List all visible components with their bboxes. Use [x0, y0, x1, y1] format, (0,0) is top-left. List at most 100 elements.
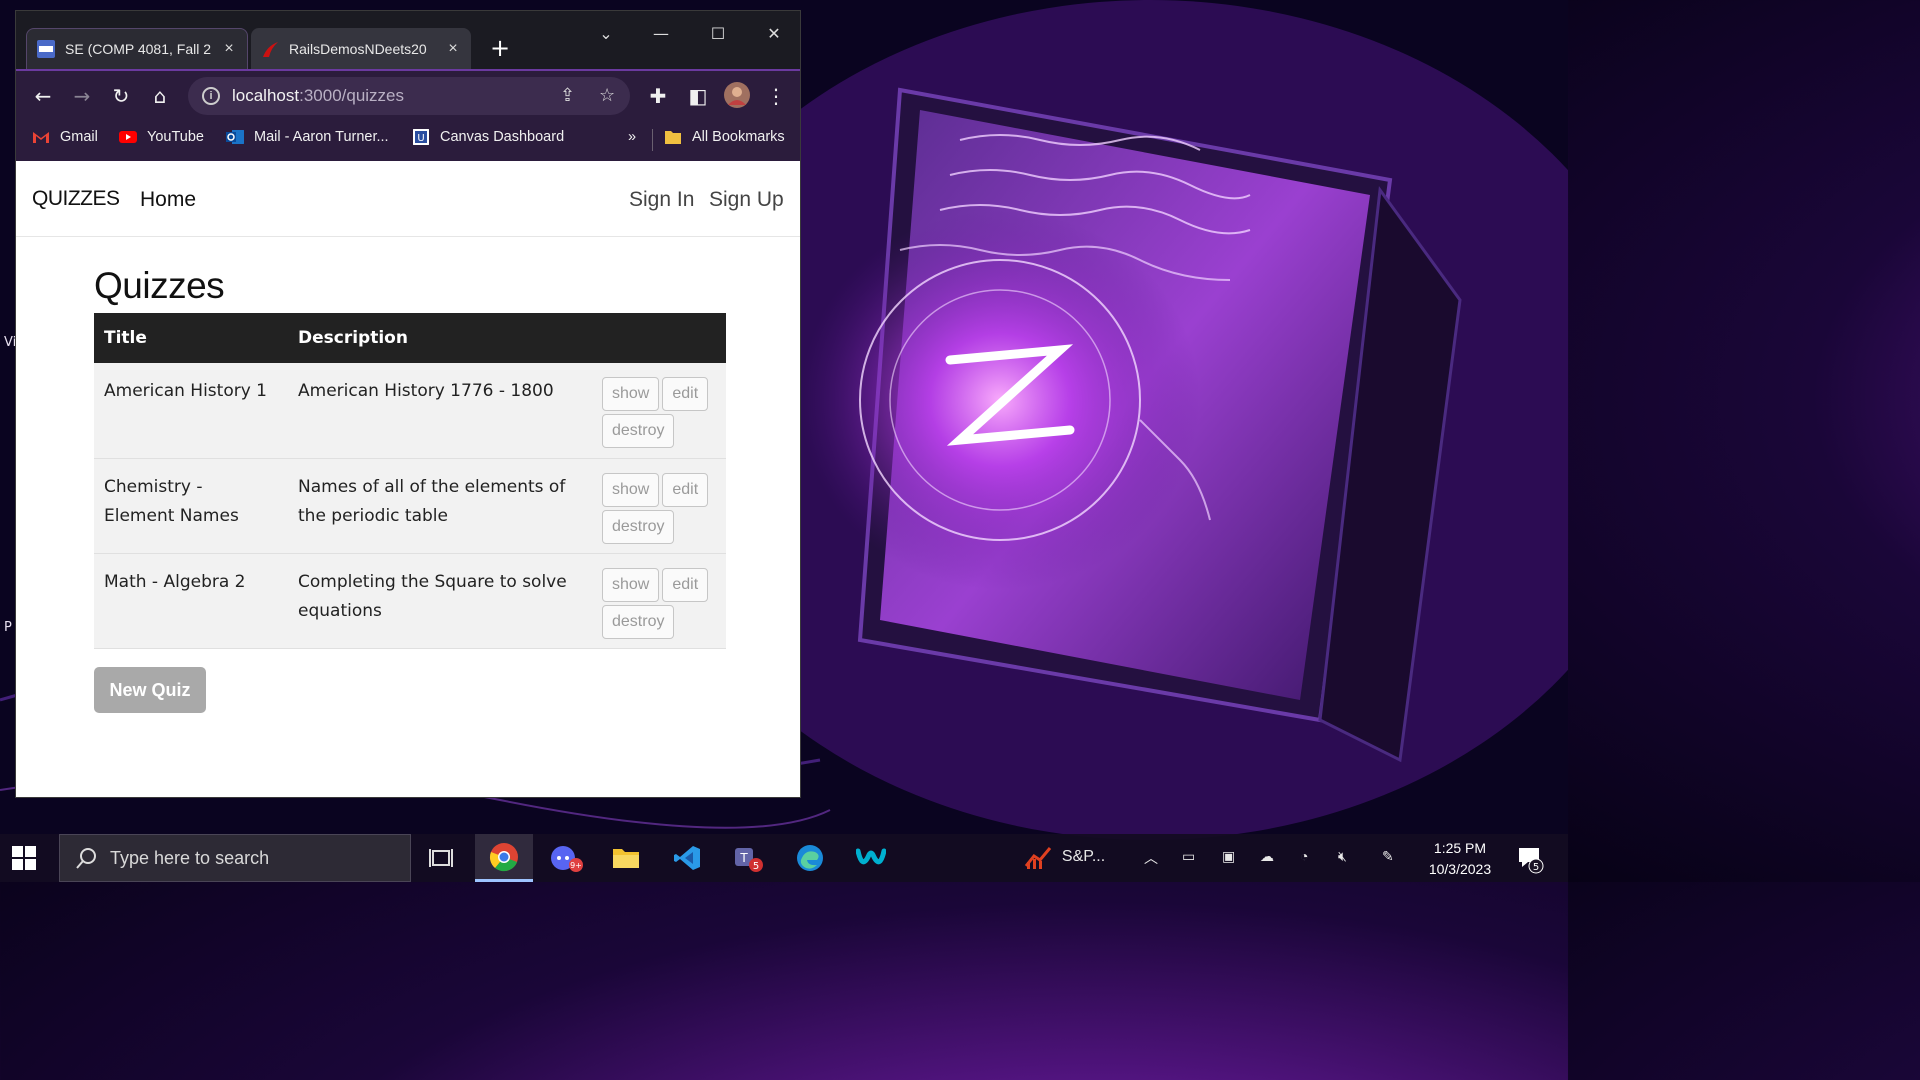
bookmark-label: YouTube: [147, 129, 204, 145]
back-arrow-icon[interactable]: ←: [28, 81, 58, 111]
kebab-menu-icon[interactable]: ⋮: [761, 81, 791, 111]
maximize-button[interactable]: ☐: [695, 17, 741, 51]
tab-railsdemos[interactable]: RailsDemosNDeets20 ×: [251, 28, 471, 69]
folder-icon: [613, 849, 639, 868]
notification-center-icon: 5: [1519, 848, 1544, 874]
vscode-taskbar-icon[interactable]: [658, 834, 716, 882]
edit-button[interactable]: edit: [662, 377, 709, 411]
gmail-icon: [33, 132, 49, 143]
close-window-button[interactable]: ✕: [751, 17, 797, 51]
share-icon[interactable]: ⇪: [560, 85, 575, 106]
quiz-description: American History 1776 - 1800: [288, 363, 598, 459]
avatar-icon: [724, 82, 750, 108]
forward-arrow-icon[interactable]: →: [67, 81, 97, 111]
chrome-taskbar-icon[interactable]: [475, 834, 533, 882]
show-button[interactable]: show: [602, 472, 660, 507]
profile-avatar[interactable]: [722, 82, 752, 112]
teams-badge: 5: [753, 861, 759, 872]
bookmark-star-icon[interactable]: ☆: [599, 85, 615, 106]
clock-time: 1:25 PM: [1433, 840, 1487, 856]
quiz-title: Math - Algebra 2: [94, 553, 288, 649]
network-icon[interactable]: ◔: [1300, 848, 1308, 864]
svg-text:U: U: [417, 133, 424, 144]
taskbar-clock[interactable]: 1:25 PM 10/3/2023: [1420, 838, 1500, 880]
nav-home-link[interactable]: Home: [140, 188, 196, 212]
home-icon[interactable]: ⌂: [145, 81, 175, 111]
edit-button[interactable]: edit: [662, 567, 709, 602]
task-view-glyph-icon: [429, 849, 453, 867]
edge-icon: [797, 845, 823, 871]
windows-start-icon[interactable]: [10, 844, 38, 872]
navbar-brand[interactable]: QUIZZES: [32, 187, 120, 211]
url-host: localhost: [232, 86, 300, 105]
chrome-icon: [489, 842, 518, 871]
destroy-button[interactable]: destroy: [602, 604, 675, 639]
bookmarks-divider: [652, 129, 653, 151]
taskbar-search-box[interactable]: Type here to search: [59, 834, 411, 882]
bookmark-gmail[interactable]: Gmail: [32, 129, 98, 145]
browser-toolbar: ← → ↻ ⌂ i localhost:3000/quizzes ⇪ ☆ ✚ ◧…: [16, 69, 800, 119]
pen-icon[interactable]: ✎: [1382, 848, 1394, 865]
edit-button[interactable]: edit: [662, 472, 709, 507]
show-hidden-icons-chevron-icon[interactable]: ︿: [1144, 848, 1158, 868]
side-panel-icon[interactable]: ◧: [683, 81, 713, 111]
tab-se-comp4081[interactable]: SE (COMP 4081, Fall 2 ×: [26, 28, 248, 69]
search-placeholder: Type here to search: [110, 847, 270, 868]
new-tab-button[interactable]: +: [486, 35, 514, 63]
file-explorer-taskbar-icon[interactable]: [597, 834, 655, 882]
destroy-button[interactable]: destroy: [602, 414, 675, 448]
tab-close-icon[interactable]: ×: [221, 40, 237, 58]
minimize-button[interactable]: —: [638, 17, 684, 51]
discord-taskbar-icon[interactable]: 9+: [537, 834, 595, 882]
bookmark-label: Gmail: [60, 129, 98, 145]
vscode-icon: [674, 846, 700, 870]
row-actions: show edit destroy: [598, 553, 726, 649]
rails-favicon-icon: [263, 41, 278, 57]
all-bookmarks-button[interactable]: All Bookmarks: [664, 129, 785, 145]
address-bar[interactable]: i localhost:3000/quizzes ⇪ ☆: [188, 77, 630, 115]
stock-chart-icon: [1024, 847, 1052, 869]
onedrive-cloud-icon[interactable]: ☁: [1260, 848, 1274, 865]
taskbar: Type here to search 9+ T 5 S&P... ︿ ▭ ▣ …: [0, 834, 1568, 882]
notifications-icon[interactable]: 5: [1516, 844, 1546, 877]
bookmark-label: Canvas Dashboard: [440, 129, 565, 145]
tab-close-icon[interactable]: ×: [445, 40, 461, 58]
header-actions: [598, 313, 726, 363]
page-title: Quizzes: [94, 265, 225, 306]
task-view-icon[interactable]: [412, 834, 470, 882]
tab-label: RailsDemosNDeets20: [289, 40, 427, 57]
browser-window: SE (COMP 4081, Fall 2 × RailsDemosNDeets…: [15, 10, 801, 798]
url-text: localhost:3000/quizzes: [232, 86, 404, 106]
webex-taskbar-icon[interactable]: [842, 834, 900, 882]
nav-sign-up-link[interactable]: Sign Up: [709, 188, 784, 212]
table-row: Chemistry - Element Names Names of all o…: [94, 458, 726, 554]
site-info-icon[interactable]: i: [202, 87, 220, 105]
bookmark-mail[interactable]: Mail - Aaron Turner...: [226, 129, 389, 145]
new-quiz-button[interactable]: New Quiz: [94, 667, 206, 713]
bookmarks-bar: Gmail YouTube Mail - Aaron Turner... U C…: [16, 119, 800, 161]
extensions-puzzle-icon[interactable]: ✚: [643, 81, 673, 111]
browser-titlebar: SE (COMP 4081, Fall 2 × RailsDemosNDeets…: [16, 11, 800, 69]
meet-now-icon[interactable]: ▣: [1222, 848, 1235, 865]
webex-icon: [856, 848, 886, 865]
sp-widget[interactable]: S&P...: [1024, 844, 1105, 870]
teams-taskbar-icon[interactable]: T 5: [719, 834, 777, 882]
canvas-icon: U: [413, 129, 429, 145]
bookmark-youtube[interactable]: YouTube: [119, 129, 204, 145]
volume-muted-icon[interactable]: 🔇︎: [1338, 848, 1347, 865]
nav-sign-in-link[interactable]: Sign In: [629, 188, 694, 212]
tab-search-button[interactable]: ⌄: [583, 17, 629, 51]
destroy-button[interactable]: destroy: [602, 509, 675, 544]
header-description: Description: [288, 313, 598, 363]
show-button[interactable]: show: [602, 377, 660, 411]
reload-icon[interactable]: ↻: [106, 81, 136, 111]
table-row: Math - Algebra 2 Completing the Square t…: [94, 553, 726, 649]
bookmark-canvas[interactable]: U Canvas Dashboard: [412, 129, 564, 145]
bookmarks-overflow-button[interactable]: »: [628, 129, 636, 145]
edge-taskbar-icon[interactable]: [781, 834, 839, 882]
all-bookmarks-label: All Bookmarks: [692, 129, 785, 145]
teams-icon: T 5: [735, 848, 763, 872]
battery-icon[interactable]: ▭: [1182, 848, 1195, 865]
show-button[interactable]: show: [602, 567, 660, 602]
search-icon: [76, 848, 96, 869]
